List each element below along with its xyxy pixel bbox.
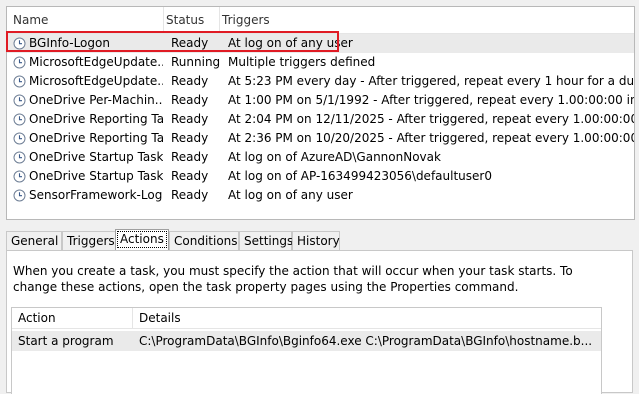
tab-history[interactable]: History <box>292 231 340 250</box>
task-list-header: Name Status Triggers <box>7 7 634 34</box>
task-name: SensorFramework-Log... <box>29 188 163 202</box>
task-name: MicrosoftEdgeUpdate... <box>29 55 163 69</box>
task-row[interactable]: SensorFramework-Log... Ready At log on of … <box>7 186 634 205</box>
task-row[interactable]: MicrosoftEdgeUpdate... Ready At 5:23 PM ev… <box>7 72 634 91</box>
column-divider[interactable] <box>219 7 220 33</box>
task-details-pane: General Triggers Actions Conditions Sett… <box>6 229 633 394</box>
tab-triggers[interactable]: Triggers <box>62 231 116 250</box>
task-row[interactable]: OneDrive Reporting Ta... Ready At 2:04 PM … <box>7 110 634 129</box>
task-status: Ready <box>171 112 209 126</box>
task-name: OneDrive Reporting Ta... <box>29 112 163 126</box>
task-row[interactable]: OneDrive Reporting Ta... Ready At 2:36 PM … <box>7 129 634 148</box>
action-row[interactable]: Start a program C:\ProgramData\BGInfo\Bg… <box>12 331 601 351</box>
task-name: OneDrive Per-Machin... <box>29 93 163 107</box>
task-triggers: At 5:23 PM every day - After triggered, … <box>228 74 635 88</box>
clock-icon <box>13 170 26 183</box>
task-status: Ready <box>171 93 209 107</box>
column-header-details[interactable]: Details <box>139 308 181 328</box>
task-triggers: At log on of any user <box>228 188 353 202</box>
selection-highlight-box <box>6 31 339 52</box>
task-status: Ready <box>171 131 209 145</box>
task-name: OneDrive Startup Task... <box>29 150 163 164</box>
clock-icon <box>13 132 26 145</box>
actions-table: Action Details Start a program C:\Progra… <box>11 307 602 394</box>
action-details: C:\ProgramData\BGInfo\Bginfo64.exe C:\Pr… <box>139 334 593 348</box>
task-row[interactable]: OneDrive Per-Machin... Ready At 1:00 PM on… <box>7 91 634 110</box>
clock-icon <box>13 75 26 88</box>
task-triggers: At 1:00 PM on 5/1/1992 - After triggered… <box>228 93 634 107</box>
task-row[interactable]: MicrosoftEdgeUpdate... Running Multiple tr… <box>7 53 634 72</box>
tab-settings[interactable]: Settings <box>239 231 293 250</box>
tab-conditions[interactable]: Conditions <box>169 231 239 250</box>
action-type: Start a program <box>18 334 114 348</box>
task-name: MicrosoftEdgeUpdate... <box>29 74 163 88</box>
task-name: OneDrive Startup Task... <box>29 169 163 183</box>
task-status: Ready <box>171 188 209 202</box>
tab-actions[interactable]: Actions <box>115 229 169 250</box>
task-rows: BGInfo-Logon Ready At log on of any user Mi… <box>7 34 634 205</box>
task-triggers: At 2:36 PM on 10/20/2025 - After trigger… <box>228 131 635 145</box>
column-header-name[interactable]: Name <box>13 7 48 33</box>
task-triggers: Multiple triggers defined <box>228 55 376 69</box>
task-triggers: At 2:04 PM on 12/11/2025 - After trigger… <box>228 112 635 126</box>
column-divider[interactable] <box>132 308 133 328</box>
task-status: Running <box>171 55 221 69</box>
task-row[interactable]: OneDrive Startup Task... Ready At log on o… <box>7 167 634 186</box>
task-name: OneDrive Reporting Ta... <box>29 131 163 145</box>
column-header-triggers[interactable]: Triggers <box>222 7 270 33</box>
clock-icon <box>13 189 26 202</box>
task-status: Ready <box>171 169 209 183</box>
task-triggers: At log on of AzureAD\GannonNovak <box>228 150 441 164</box>
clock-icon <box>13 94 26 107</box>
actions-tab-panel: When you create a task, you must specify… <box>6 250 633 394</box>
task-row[interactable]: OneDrive Startup Task... Ready At log on o… <box>7 148 634 167</box>
column-divider[interactable] <box>163 7 164 33</box>
task-triggers: At log on of AP-163499423056\defaultuser… <box>228 169 492 183</box>
actions-description: When you create a task, you must specify… <box>13 264 573 294</box>
column-header-action[interactable]: Action <box>18 308 56 328</box>
clock-icon <box>13 56 26 69</box>
task-status: Ready <box>171 74 209 88</box>
column-header-status[interactable]: Status <box>166 7 204 33</box>
actions-table-header: Action Details <box>12 308 601 329</box>
clock-icon <box>13 113 26 126</box>
task-status: Ready <box>171 150 209 164</box>
tab-general[interactable]: General <box>6 231 62 250</box>
clock-icon <box>13 151 26 164</box>
